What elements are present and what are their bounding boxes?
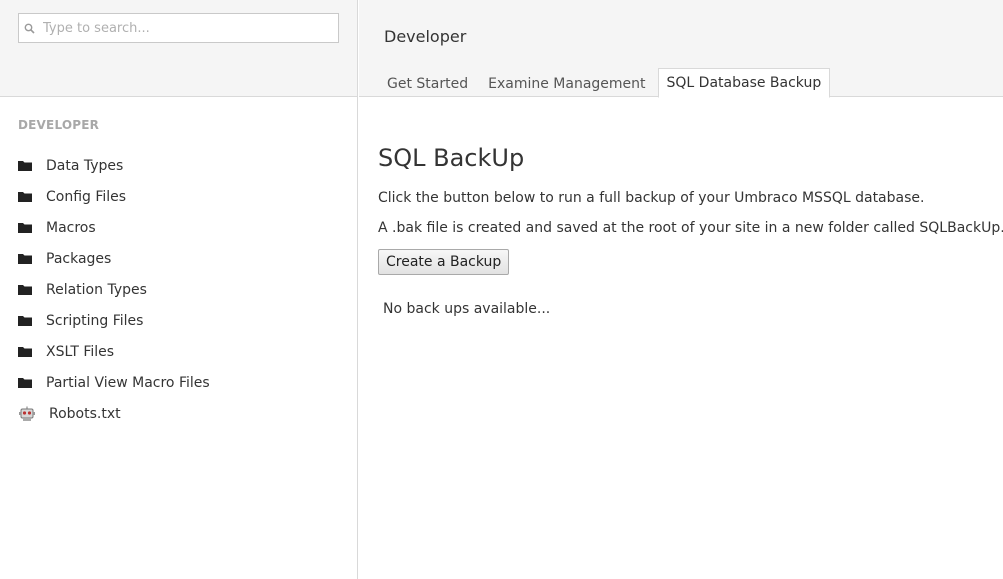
folder-icon [18,253,46,264]
folder-icon [18,191,46,202]
folder-icon [18,377,46,388]
sidebar: DEVELOPER Data Types Config Files Macros… [0,0,358,579]
section-title: DEVELOPER [18,118,100,132]
backup-content: SQL BackUp Click the button below to run… [378,144,1003,317]
tree-item-label: XSLT Files [46,343,115,360]
folder-icon [18,346,46,357]
folder-icon [18,222,46,233]
search-icon [19,23,39,34]
developer-tree: Data Types Config Files Macros Packages … [18,150,210,429]
description-text: Click the button below to run a full bac… [378,190,925,206]
tree-item-macros[interactable]: Macros [18,212,210,243]
section-heading: SQL BackUp [378,144,525,172]
tree-item-label: Relation Types [46,281,147,298]
tree-item-relation-types[interactable]: Relation Types [18,274,210,305]
tab-examine-management[interactable]: Examine Management [480,69,653,98]
robot-icon [18,406,49,422]
tree-item-packages[interactable]: Packages [18,243,210,274]
search-area [0,0,357,97]
tree-item-config-files[interactable]: Config Files [18,181,210,212]
folder-icon [18,160,46,171]
search-input[interactable] [39,14,338,42]
folder-icon [18,284,46,295]
description-text: A .bak file is created and saved at the … [378,220,1003,236]
create-backup-button[interactable]: Create a Backup [378,249,510,275]
main-panel: Developer Get Started Examine Management… [359,0,1003,579]
tab-sql-database-backup[interactable]: SQL Database Backup [657,68,831,98]
tree-item-label: Packages [46,250,112,267]
tab-bar: Get Started Examine Management SQL Datab… [379,68,834,98]
tab-get-started[interactable]: Get Started [379,69,476,98]
tree-item-label: Robots.txt [49,405,121,422]
tree-item-label: Macros [46,219,96,236]
tree-item-robots-txt[interactable]: Robots.txt [18,398,210,429]
empty-message: No back ups available... [383,301,551,317]
tree-item-partial-view-macro-files[interactable]: Partial View Macro Files [18,367,210,398]
tree-item-scripting-files[interactable]: Scripting Files [18,305,210,336]
tree-item-label: Data Types [46,157,124,174]
search-box[interactable] [18,13,339,43]
editor-header: Developer Get Started Examine Management… [359,0,1003,98]
tree-item-label: Partial View Macro Files [46,374,210,391]
folder-icon [18,315,46,326]
tree-item-label: Scripting Files [46,312,144,329]
tree-item-xslt-files[interactable]: XSLT Files [18,336,210,367]
tree-item-data-types[interactable]: Data Types [18,150,210,181]
tree-item-label: Config Files [46,188,127,205]
page-title: Developer [384,27,467,46]
